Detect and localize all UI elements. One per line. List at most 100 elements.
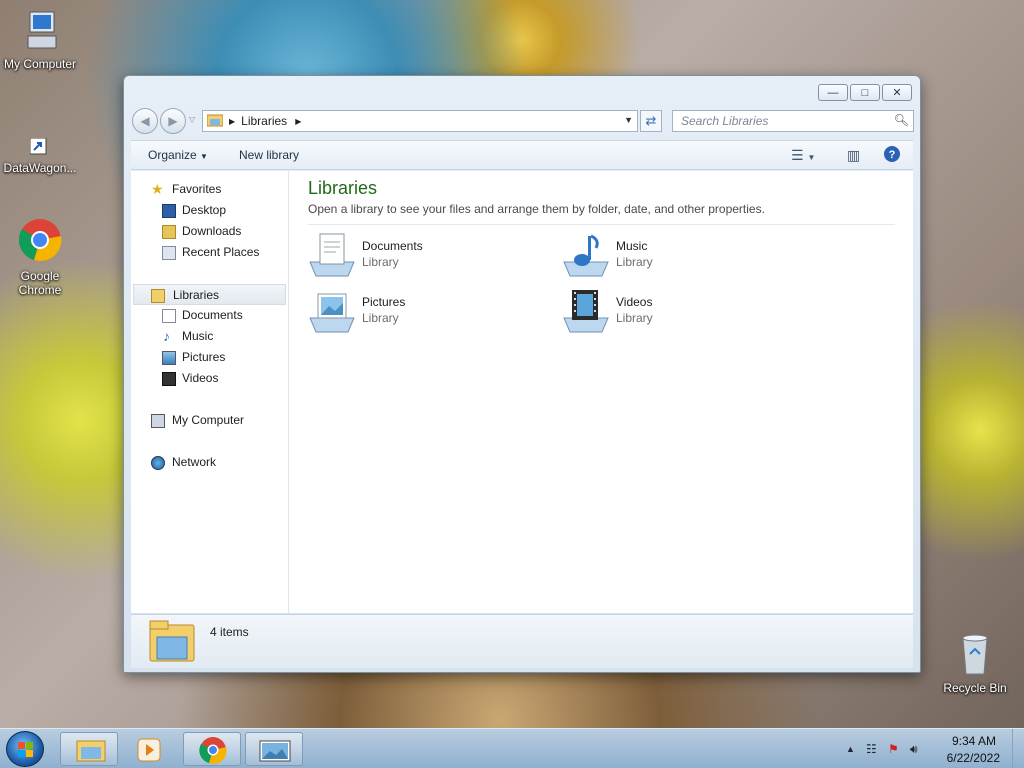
taskbar: ▲ ☷ ⚑ 🔊︎ 9:34 AM 6/22/2022 <box>0 728 1024 768</box>
taskbar-chrome[interactable] <box>183 732 241 766</box>
libraries-icon <box>151 289 165 303</box>
breadcrumb-libraries[interactable]: Libraries <box>241 114 287 128</box>
documents-icon <box>162 309 176 323</box>
help-icon: ? <box>884 146 900 162</box>
chrome-icon <box>199 737 227 764</box>
clock-date[interactable]: 6/22/2022 <box>947 751 1000 765</box>
nav-videos[interactable]: Videos <box>131 368 288 389</box>
taskbar-media-player[interactable] <box>120 732 178 766</box>
nav-recent-places[interactable]: Recent Places <box>131 242 288 263</box>
address-dropdown-icon[interactable]: ▼ <box>624 115 633 125</box>
library-name: Pictures <box>362 295 406 309</box>
page-title: Libraries <box>308 178 378 198</box>
refresh-button[interactable]: ⇄ <box>640 110 662 132</box>
navigation-bar: ◀ ▶ ▽ ▶ Libraries ▶ ▼ ⇄ Search Libraries… <box>132 107 914 135</box>
media-player-icon <box>137 738 161 762</box>
shortcut-icon <box>0 137 80 159</box>
nav-network[interactable]: Network <box>131 452 288 473</box>
preview-pane-button[interactable]: ▥ <box>847 147 860 164</box>
nav-label: Music <box>182 329 214 343</box>
svg-text:?: ? <box>889 149 896 161</box>
desktop-icon-label: Recycle Bin <box>943 681 1007 695</box>
change-view-button[interactable]: ☰ ▼ <box>791 147 815 164</box>
nav-my-computer[interactable]: My Computer <box>131 410 288 431</box>
pictures-library-icon <box>308 288 356 334</box>
photo-viewer-icon <box>259 740 291 762</box>
recent-places-icon <box>162 246 176 260</box>
content-area: ★ Favorites Desktop Downloads Recent Pla… <box>131 171 913 613</box>
desktop-icon-datawagon[interactable]: DataWagon... <box>0 137 80 175</box>
navigation-pane[interactable]: ★ Favorites Desktop Downloads Recent Pla… <box>131 171 289 613</box>
pictures-icon <box>162 351 176 365</box>
library-item-pictures[interactable]: Pictures Library <box>308 284 538 334</box>
nav-label: Documents <box>182 308 243 322</box>
nav-label: Downloads <box>182 224 242 238</box>
system-tray: ▲ ☷ ⚑ 🔊︎ 9:34 AM 6/22/2022 <box>840 729 1024 768</box>
back-button[interactable]: ◀ <box>132 108 158 134</box>
explorer-window[interactable]: — □ ✕ ◀ ▶ ▽ ▶ Libraries ▶ ▼ ⇄ Search Lib… <box>123 75 921 673</box>
network-icon <box>151 456 165 470</box>
minimize-icon: — <box>827 86 839 99</box>
library-name: Documents <box>362 239 423 253</box>
library-view: Libraries Open a library to see your fil… <box>290 171 913 613</box>
forward-button[interactable]: ▶ <box>160 108 186 134</box>
back-arrow-icon: ◀ <box>140 114 150 128</box>
desktop-icon-recycle-bin[interactable]: Recycle Bin <box>935 630 1015 695</box>
folder-icon <box>76 740 106 762</box>
libraries-large-icon <box>149 619 195 666</box>
caption-buttons: — □ ✕ <box>816 84 912 101</box>
recent-pages-dropdown[interactable]: ▽ <box>189 115 195 124</box>
music-note-icon: ♪ <box>163 328 170 344</box>
videos-film-icon <box>162 372 176 386</box>
nav-desktop[interactable]: Desktop <box>131 200 288 221</box>
nav-music[interactable]: ♪ Music <box>131 326 288 347</box>
organize-button[interactable]: Organize ▼ <box>148 148 208 162</box>
computer-icon <box>0 8 80 55</box>
search-input[interactable]: Search Libraries 🔍︎ <box>672 110 914 132</box>
nav-favorites[interactable]: ★ Favorites <box>131 179 288 200</box>
chevron-down-icon: ▼ <box>807 153 816 162</box>
breadcrumb-chevron-icon: ▶ <box>229 116 236 126</box>
new-library-button[interactable]: New library <box>239 148 299 162</box>
clock-time[interactable]: 9:34 AM <box>952 734 996 748</box>
nav-label: Favorites <box>172 182 222 196</box>
library-type: Library <box>616 311 653 325</box>
taskbar-photo-viewer[interactable] <box>245 732 303 766</box>
desktop-icon <box>162 204 176 218</box>
nav-documents[interactable]: Documents <box>131 305 288 326</box>
downloads-folder-icon <box>162 225 176 239</box>
show-desktop-button[interactable] <box>1012 729 1024 768</box>
nav-label: My Computer <box>172 413 245 427</box>
address-bar[interactable]: ▶ Libraries ▶ ▼ <box>202 110 638 132</box>
command-bar: Organize ▼ New library ☰ ▼ ▥ ? <box>131 140 913 170</box>
chevron-down-icon: ▼ <box>200 152 208 161</box>
minimize-button[interactable]: — <box>818 84 848 101</box>
show-hidden-icons-button[interactable]: ▲ <box>846 744 855 754</box>
details-pane: 4 items <box>131 614 913 668</box>
nav-label: Desktop <box>182 203 227 217</box>
nav-downloads[interactable]: Downloads <box>131 221 288 242</box>
desktop-icon-google-chrome[interactable]: Google Chrome <box>0 216 80 297</box>
maximize-button[interactable]: □ <box>850 84 880 101</box>
volume-icon[interactable]: 🔊︎ <box>910 742 918 757</box>
breadcrumb-chevron-icon[interactable]: ▶ <box>295 117 301 126</box>
view-list-icon: ☰ <box>791 147 804 163</box>
library-item-videos[interactable]: Videos Library <box>562 284 792 334</box>
search-icon[interactable]: 🔍︎ <box>894 113 909 127</box>
taskbar-explorer[interactable] <box>60 732 118 766</box>
library-item-documents[interactable]: Documents Library <box>308 228 538 278</box>
recycle-bin-icon <box>935 630 1015 679</box>
start-button[interactable] <box>6 731 44 767</box>
network-tray-icon[interactable]: ☷ <box>866 742 877 756</box>
library-name: Videos <box>616 295 653 309</box>
organize-label: Organize <box>148 148 197 162</box>
maximize-icon: □ <box>861 86 869 99</box>
nav-libraries[interactable]: Libraries <box>133 284 286 305</box>
nav-label: Videos <box>182 371 219 385</box>
close-button[interactable]: ✕ <box>882 84 912 101</box>
desktop-icon-my-computer[interactable]: My Computer <box>0 8 80 71</box>
help-button[interactable]: ? <box>883 145 901 166</box>
action-center-flag-icon[interactable]: ⚑ <box>888 742 899 756</box>
library-item-music[interactable]: Music Library <box>562 228 792 278</box>
nav-pictures[interactable]: Pictures <box>131 347 288 368</box>
